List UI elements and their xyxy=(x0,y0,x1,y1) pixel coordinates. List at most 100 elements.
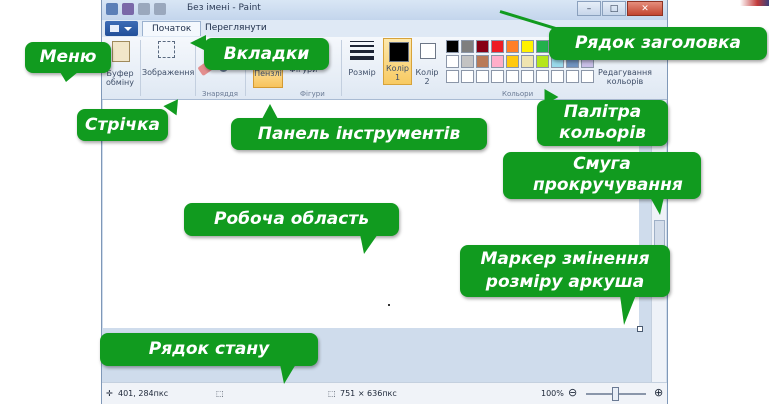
zoom-in-icon[interactable]: ⊕ xyxy=(654,386,663,399)
palette-swatch[interactable] xyxy=(506,55,519,68)
image-label[interactable]: Зображення xyxy=(142,68,194,77)
canvas-dot xyxy=(388,304,390,306)
palette-swatch[interactable] xyxy=(506,40,519,53)
callout-tabs: Вкладки xyxy=(204,38,329,70)
paint-app-icon[interactable] xyxy=(106,3,118,15)
callout-statusbar-text: Рядок стану xyxy=(148,339,270,359)
size-icon[interactable] xyxy=(350,41,374,61)
palette-swatch[interactable] xyxy=(461,40,474,53)
ribbon-separator xyxy=(140,40,141,96)
callout-palette: Палітра кольорів xyxy=(537,100,668,146)
callout-palette-text: Палітра кольорів xyxy=(559,102,646,143)
redo-icon[interactable] xyxy=(154,3,166,15)
cursor-position: 401, 284пкс xyxy=(118,389,169,398)
color1-swatch xyxy=(389,42,409,62)
edit-colors-label[interactable]: Редагування кольорів xyxy=(596,68,654,86)
palette-swatch[interactable] xyxy=(446,55,459,68)
ribbon-separator xyxy=(341,40,342,96)
palette-swatch[interactable] xyxy=(461,55,474,68)
close-button[interactable]: ✕ xyxy=(627,1,663,16)
canvas-resize-handle[interactable] xyxy=(637,326,643,332)
maximize-button[interactable]: □ xyxy=(602,1,626,16)
callout-toolbar-text: Панель інструментів xyxy=(257,124,461,144)
callout-resize-tail xyxy=(620,295,636,325)
palette-swatch[interactable] xyxy=(521,55,534,68)
palette-swatch[interactable] xyxy=(491,40,504,53)
window-controls: – □ ✕ xyxy=(577,1,663,16)
undo-icon[interactable] xyxy=(138,3,150,15)
callout-titlebar-text: Рядок заголовка xyxy=(574,33,742,53)
palette-swatch[interactable] xyxy=(476,40,489,53)
color2-label[interactable]: Колір 2 xyxy=(414,68,440,86)
callout-toolbar-tail xyxy=(262,104,278,119)
zoom-slider-thumb[interactable] xyxy=(612,387,619,401)
palette-swatch[interactable] xyxy=(446,40,459,53)
save-icon[interactable] xyxy=(122,3,134,15)
palette-swatch[interactable] xyxy=(536,55,549,68)
palette-swatch[interactable] xyxy=(476,70,489,83)
callout-work-area: Робоча область xyxy=(184,203,399,236)
callout-menu-tail xyxy=(60,72,78,82)
minimize-button[interactable]: – xyxy=(577,1,601,16)
palette-swatch[interactable] xyxy=(536,40,549,53)
callout-statusbar: Рядок стану xyxy=(100,333,318,366)
palette-swatch[interactable] xyxy=(461,70,474,83)
callout-ribbon: Стрічка xyxy=(77,109,168,141)
palette-swatch[interactable] xyxy=(491,55,504,68)
palette-swatch[interactable] xyxy=(491,70,504,83)
select-icon[interactable] xyxy=(158,41,175,58)
callout-scrollbar-text: Смуга прокручування xyxy=(533,154,683,195)
palette-swatch[interactable] xyxy=(551,70,564,83)
status-bar: ✛ 401, 284пкс ⬚ ⬚ 751 × 636пкс 100% ⊖ ⊕ xyxy=(102,382,667,404)
callout-ribbon-text: Стрічка xyxy=(84,115,160,135)
tab-view[interactable]: Переглянути xyxy=(196,21,276,36)
callout-statusbar-tail xyxy=(280,364,296,384)
line-heavy xyxy=(350,56,374,60)
palette-swatch[interactable] xyxy=(581,70,594,83)
callout-tabs-tail xyxy=(190,35,206,51)
shapes-group-label: Фігури xyxy=(300,90,325,98)
zoom-out-icon[interactable]: ⊖ xyxy=(568,386,577,399)
tools-group-label: Знаряддя xyxy=(202,90,238,98)
size-label[interactable]: Розмір xyxy=(345,68,379,77)
callout-scrollbar-tail xyxy=(650,197,664,215)
canvas-size: 751 × 636пкс xyxy=(340,389,397,398)
callout-resize-handle-text: Маркер змінення розміру аркуша xyxy=(480,249,650,292)
callout-menu: Меню xyxy=(25,42,111,73)
palette-swatch[interactable] xyxy=(446,70,459,83)
selection-icon: ⬚ xyxy=(216,389,224,398)
color1-button[interactable]: Колір 1 xyxy=(383,38,412,85)
callout-toolbar: Панель інструментів xyxy=(231,118,487,150)
callout-tabs-text: Вкладки xyxy=(223,44,310,64)
zoom-level: 100% xyxy=(541,389,564,398)
chevron-down-icon xyxy=(124,27,132,31)
line-thick xyxy=(350,50,374,53)
canvas-size-icon: ⬚ xyxy=(328,389,336,398)
title-bar[interactable]: Без імені - Paint – □ ✕ xyxy=(102,0,667,20)
palette-swatch[interactable] xyxy=(506,70,519,83)
quick-access-toolbar xyxy=(106,3,166,15)
screenshot-stage: Без імені - Paint – □ ✕ Початок Переглян… xyxy=(0,0,769,404)
clipboard-icon[interactable] xyxy=(112,41,130,62)
menu-icon xyxy=(110,25,119,32)
palette-swatch[interactable] xyxy=(476,55,489,68)
line-medium xyxy=(350,45,374,47)
color1-label: Колір 1 xyxy=(386,64,409,82)
callout-work-area-tail xyxy=(360,234,378,254)
palette-swatch[interactable] xyxy=(566,70,579,83)
palette-swatch[interactable] xyxy=(536,70,549,83)
callout-titlebar: Рядок заголовка xyxy=(549,27,767,60)
tab-home[interactable]: Початок xyxy=(142,21,202,36)
palette-swatch[interactable] xyxy=(521,70,534,83)
cursor-icon: ✛ xyxy=(106,389,113,398)
callout-scrollbar: Смуга прокручування xyxy=(503,152,701,199)
callout-work-area-text: Робоча область xyxy=(214,209,369,229)
callout-menu-text: Меню xyxy=(39,47,97,67)
paint-menu-button[interactable] xyxy=(105,21,138,36)
corner-decoration xyxy=(740,0,769,6)
brushes-label: Пензлі xyxy=(254,69,282,78)
color2-swatch[interactable] xyxy=(420,43,436,59)
line-thin xyxy=(350,41,374,42)
palette-swatch[interactable] xyxy=(521,40,534,53)
callout-resize-handle: Маркер змінення розміру аркуша xyxy=(460,245,670,297)
